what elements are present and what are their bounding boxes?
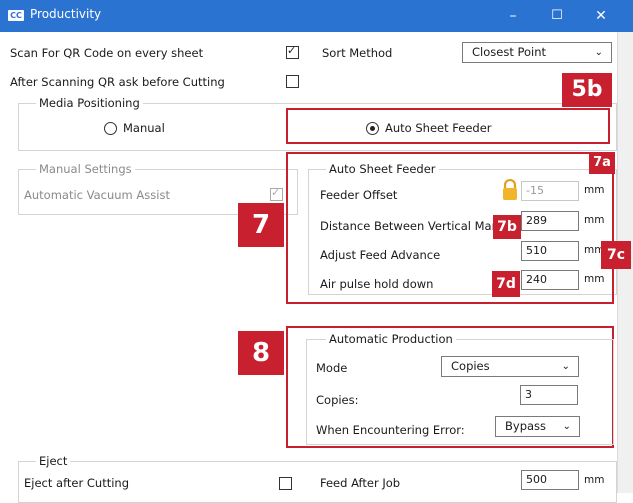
sort-method-label: Sort Method: [322, 46, 393, 60]
manual-radio-label: Manual: [123, 121, 165, 135]
feeder-offset-label: Feeder Offset: [320, 188, 398, 202]
callout-7a: 7a: [589, 152, 615, 174]
callout-7: 7: [238, 203, 284, 247]
adjust-feed-label: Adjust Feed Advance: [320, 248, 441, 262]
eject-legend: Eject: [36, 454, 71, 468]
chevron-down-icon: ⌄: [561, 361, 570, 372]
media-positioning-legend: Media Positioning: [36, 96, 143, 110]
callout-8: 8: [238, 331, 284, 375]
air-pulse-unit: mm: [584, 273, 605, 285]
copies-label: Copies:: [316, 393, 359, 407]
eject-after-cutting-checkbox[interactable]: [279, 477, 292, 490]
air-pulse-input[interactable]: 240: [521, 270, 579, 290]
callout-7d: 7d: [492, 271, 520, 297]
feed-after-job-input[interactable]: 500: [521, 470, 579, 490]
distance-unit: mm: [584, 214, 605, 226]
manual-radio[interactable]: [104, 122, 117, 135]
feeder-offset-unit: mm: [584, 184, 605, 196]
vacuum-assist-label: Automatic Vacuum Assist: [24, 188, 170, 202]
mode-select[interactable]: Copies ⌄: [441, 356, 579, 377]
adjust-feed-input[interactable]: 510: [521, 241, 579, 261]
eject-after-cutting-label: Eject after Cutting: [24, 476, 130, 490]
callout-7c: 7c: [601, 241, 631, 269]
distance-input[interactable]: 289: [521, 211, 579, 231]
manual-settings-legend: Manual Settings: [36, 162, 135, 176]
after-scan-label: After Scanning QR ask before Cutting: [10, 75, 225, 89]
close-button[interactable]: ✕: [586, 5, 616, 27]
distance-label: Distance Between Vertical Marks: [320, 219, 509, 233]
scan-qr-checkbox[interactable]: [286, 44, 299, 59]
feed-after-job-label: Feed After Job: [320, 476, 401, 490]
callout-5b: 5b: [562, 73, 612, 107]
auto-sheet-feeder-radio[interactable]: [366, 122, 379, 135]
copies-input[interactable]: 3: [520, 385, 578, 405]
automatic-production-legend: Automatic Production: [326, 332, 456, 346]
sort-method-value: Closest Point: [472, 45, 547, 59]
error-select[interactable]: Bypass ⌄: [495, 416, 580, 437]
feeder-offset-input[interactable]: -15: [521, 181, 579, 201]
scan-qr-label: Scan For QR Code on every sheet: [10, 46, 204, 60]
maximize-button[interactable]: ☐: [542, 5, 572, 27]
window-title: Productivity: [30, 7, 102, 21]
chevron-down-icon: ⌄: [594, 47, 603, 58]
minimize-button[interactable]: –: [498, 5, 528, 27]
auto-sheet-feeder-radio-label: Auto Sheet Feeder: [385, 121, 492, 135]
callout-7b: 7b: [493, 215, 521, 239]
title-bar: CC Productivity – ☐ ✕: [0, 0, 633, 32]
app-icon: CC: [8, 10, 24, 21]
vacuum-assist-checkbox[interactable]: [270, 186, 283, 201]
feed-after-job-unit: mm: [584, 474, 605, 486]
air-pulse-label: Air pulse hold down: [320, 277, 434, 291]
mode-value: Copies: [451, 359, 490, 373]
error-label: When Encountering Error:: [316, 423, 465, 437]
error-value: Bypass: [505, 419, 547, 433]
mode-label: Mode: [316, 361, 348, 375]
sort-method-select[interactable]: Closest Point ⌄: [462, 42, 612, 63]
chevron-down-icon: ⌄: [562, 421, 571, 432]
after-scan-checkbox[interactable]: [286, 75, 299, 88]
lock-icon: [501, 178, 519, 201]
